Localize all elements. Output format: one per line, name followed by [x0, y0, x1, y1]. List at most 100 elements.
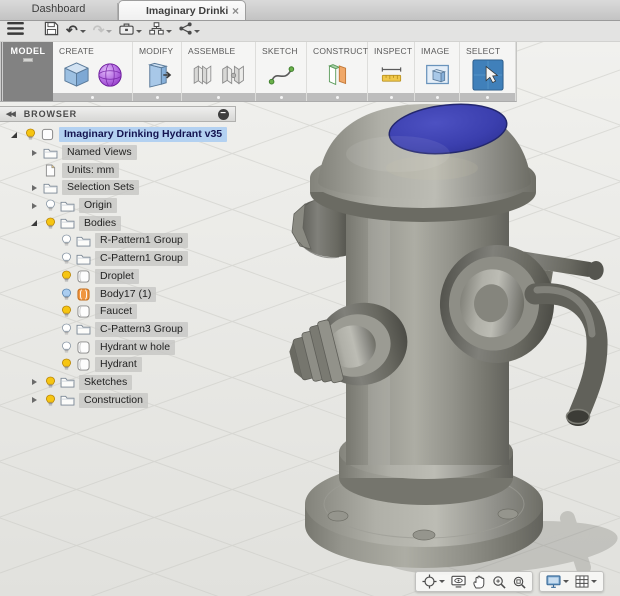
orbit-button[interactable]	[419, 573, 448, 590]
dropdown-caret-icon[interactable]	[166, 30, 172, 33]
ribbon-section-label: SKETCH	[262, 46, 306, 56]
document-tab-bar: Dashboard Imaginary Drinki... ×	[0, 0, 620, 21]
quick-access-toolbar: ↶↷	[0, 21, 620, 42]
close-icon[interactable]: ×	[232, 6, 239, 16]
expand-toggle[interactable]	[6, 132, 22, 138]
fit-button[interactable]	[509, 574, 529, 590]
orbit-icon	[422, 574, 437, 589]
tab-active-document[interactable]: Imaginary Drinki... ×	[118, 0, 246, 20]
measure-tool-button[interactable]	[377, 62, 406, 87]
dropdown-caret-icon[interactable]	[80, 30, 86, 33]
tab-dashboard[interactable]: Dashboard	[0, 3, 118, 20]
cube-tool-button[interactable]	[62, 60, 91, 89]
workspace-switcher[interactable]: MODEL	[0, 42, 53, 101]
visibility-bulb-icon[interactable]	[58, 358, 75, 371]
lookat-icon	[451, 575, 466, 588]
tree-item-selection-sets[interactable]: Selection Sets	[0, 179, 236, 197]
expand-toggle[interactable]	[26, 220, 42, 226]
save-button[interactable]	[41, 20, 62, 42]
ribbon-section-inspect: INSPECT	[368, 42, 415, 101]
visibility-bulb-icon[interactable]	[42, 217, 59, 230]
expand-toggle[interactable]	[26, 150, 42, 156]
dropdown-caret-icon[interactable]	[136, 30, 142, 33]
tree-item-faucet[interactable]: Faucet	[0, 303, 236, 321]
tree-item-hydrant-w-hole[interactable]: Hydrant w hole	[0, 338, 236, 356]
visibility-bulb-icon[interactable]	[58, 323, 75, 336]
workspace-label: MODEL	[11, 46, 46, 56]
tree-item-r-pattern1-group[interactable]: R-Pattern1 Group	[0, 232, 236, 250]
expand-toggle[interactable]	[26, 379, 42, 385]
share-button[interactable]	[176, 21, 203, 41]
toolbox-icon	[119, 22, 134, 40]
display-settings-button[interactable]	[543, 574, 572, 589]
manage-button[interactable]	[146, 21, 175, 41]
dropdown-caret-icon[interactable]	[439, 580, 445, 583]
hamburger-icon	[7, 22, 24, 40]
pan-button[interactable]	[469, 574, 489, 590]
tree-item-named-views[interactable]: Named Views	[0, 144, 236, 162]
app-menu-button[interactable]	[4, 21, 27, 41]
ribbon-section-assemble: ASSEMBLE	[182, 42, 256, 101]
grid-settings-button[interactable]	[572, 574, 600, 589]
tree-item-label: Body17 (1)	[95, 287, 156, 302]
dropdown-caret-icon[interactable]	[591, 580, 597, 583]
visibility-bulb-icon[interactable]	[42, 199, 59, 212]
expand-toggle[interactable]	[26, 397, 42, 403]
collapse-chevrons-icon[interactable]: ◀◀	[6, 110, 15, 118]
share-icon	[179, 22, 192, 40]
canvas-tool-button[interactable]	[423, 61, 452, 88]
folder-icon	[59, 394, 76, 406]
visibility-bulb-icon[interactable]	[58, 288, 75, 301]
tree-item-sketches[interactable]: Sketches	[0, 374, 236, 392]
ribbon-section-modify: MODIFY	[133, 42, 182, 101]
fusion360-window: Dashboard Imaginary Drinki... × ↶↷	[0, 0, 620, 596]
joint-tool-button[interactable]	[190, 61, 215, 88]
browser-collapse-button[interactable]: −	[218, 109, 229, 120]
tree-item-label: Imaginary Drinking Hydrant v35	[59, 127, 227, 142]
redo-button[interactable]: ↷	[90, 21, 116, 41]
browser-header[interactable]: ◀◀ BROWSER −	[0, 106, 236, 122]
zoomio-icon	[492, 575, 506, 589]
file-options-button[interactable]	[116, 21, 145, 41]
tree-item-c-pattern3-group[interactable]: C-Pattern3 Group	[0, 321, 236, 339]
selectcursor-tool-button[interactable]	[472, 59, 504, 91]
tree-item-construction[interactable]: Construction	[0, 391, 236, 409]
view-navigation-bar	[415, 571, 604, 592]
tree-item-droplet[interactable]: Droplet	[0, 268, 236, 286]
visibility-bulb-icon[interactable]	[58, 270, 75, 283]
nav-group	[415, 571, 533, 592]
plane-tool-button[interactable]	[323, 61, 352, 88]
visibility-bulb-icon[interactable]	[58, 234, 75, 247]
dropdown-caret-icon[interactable]	[106, 30, 112, 33]
tree-item-hydrant[interactable]: Hydrant	[0, 356, 236, 374]
visibility-bulb-icon[interactable]	[58, 305, 75, 318]
look-at-button[interactable]	[448, 574, 469, 589]
visibility-bulb-icon[interactable]	[42, 394, 59, 407]
tree-item-units-mm[interactable]: Units: mm	[0, 161, 236, 179]
undo-button[interactable]: ↶	[63, 21, 89, 41]
visibility-bulb-icon[interactable]	[42, 376, 59, 389]
sphere-tool-button[interactable]	[96, 61, 124, 89]
visibility-bulb-icon[interactable]	[22, 128, 39, 141]
spline-tool-button[interactable]	[267, 61, 296, 88]
tree-item-body17-1[interactable]: Body17 (1)	[0, 285, 236, 303]
expand-toggle[interactable]	[26, 185, 42, 191]
dropdown-caret-icon[interactable]	[194, 30, 200, 33]
ribbon-toolbar: MODEL CREATEMODIFYASSEMBLESKETCHCONSTRUC…	[0, 42, 517, 102]
ribbon-section-construct: CONSTRUCT	[307, 42, 368, 101]
tree-item-c-pattern1-group[interactable]: C-Pattern1 Group	[0, 250, 236, 268]
tree-item-label: C-Pattern3 Group	[95, 322, 188, 337]
tree-item-bodies[interactable]: Bodies	[0, 214, 236, 232]
dropdown-caret-icon[interactable]	[563, 580, 569, 583]
visibility-bulb-icon[interactable]	[58, 252, 75, 265]
ribbon-section-label: CONSTRUCT	[313, 46, 367, 56]
browser-tree: Imaginary Drinking Hydrant v35 Named View…	[0, 122, 236, 409]
visibility-bulb-icon[interactable]	[58, 341, 75, 354]
tree-item-origin[interactable]: Origin	[0, 197, 236, 215]
zoom-button[interactable]	[489, 574, 509, 590]
expand-toggle[interactable]	[26, 203, 42, 209]
presspull-tool-button[interactable]	[143, 60, 172, 89]
joint2-tool-button[interactable]	[220, 61, 247, 88]
tree-item-imaginary-drinking-hydrant-v35[interactable]: Imaginary Drinking Hydrant v35	[0, 126, 236, 144]
ribbon-section-sketch: SKETCH	[256, 42, 307, 101]
